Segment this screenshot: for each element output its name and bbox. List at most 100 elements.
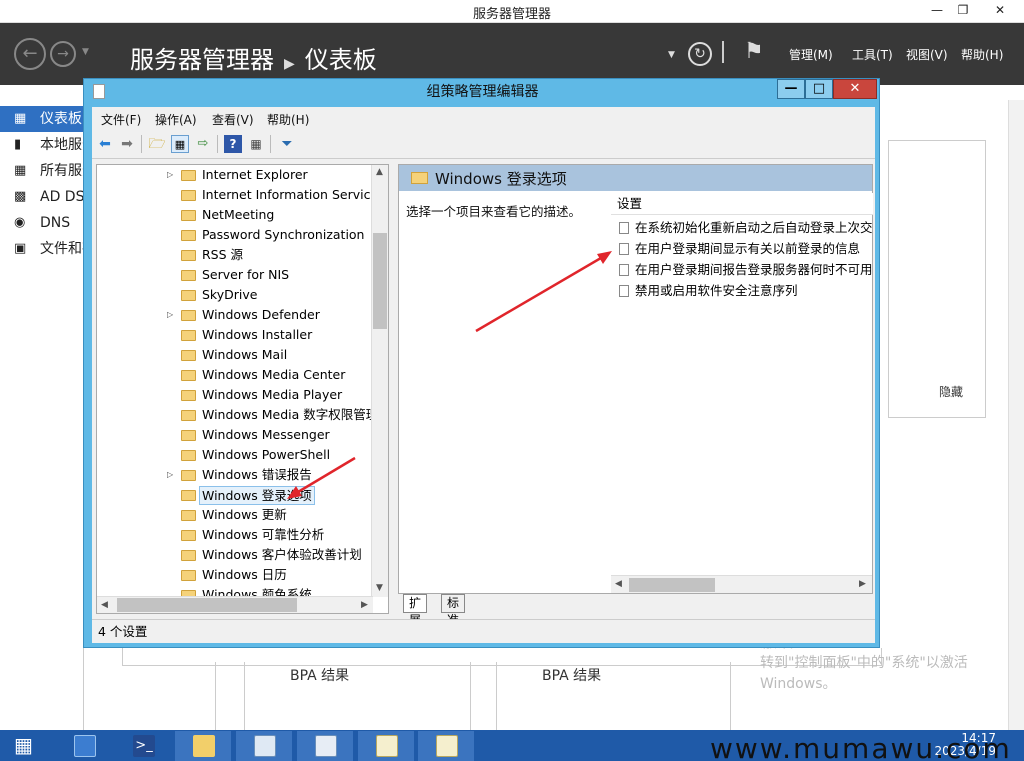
menu-view[interactable]: 视图(V) <box>906 46 948 63</box>
taskbar-control-panel[interactable] <box>297 731 353 761</box>
tree-item[interactable]: ▷ Internet Explorer <box>97 165 373 185</box>
tree-item[interactable]: Windows 更新 <box>97 505 373 525</box>
dashboard-scrollbar[interactable] <box>1008 100 1024 730</box>
setting-label: 禁用或启用软件安全注意序列 <box>635 283 798 298</box>
setting-row[interactable]: 禁用或启用软件安全注意序列 <box>619 280 873 301</box>
gpm-close-button[interactable]: ✕ <box>833 79 877 99</box>
history-dropdown-icon[interactable]: ▼ <box>82 47 89 57</box>
tree-item[interactable]: Windows Media 数字权限管理 <box>97 405 378 425</box>
menu-help[interactable]: 帮助(H) <box>961 46 1003 63</box>
menu-file[interactable]: 文件(F) <box>101 111 141 128</box>
bpa-results-label[interactable]: BPA 结果 <box>542 665 601 685</box>
folder-icon <box>181 310 196 321</box>
tree-vertical-scrollbar[interactable]: ▲ ▼ <box>371 165 388 597</box>
scroll-up-icon[interactable]: ▲ <box>376 167 383 177</box>
menu-help[interactable]: 帮助(H) <box>267 111 309 128</box>
forward-arrow-icon[interactable]: → <box>50 41 76 67</box>
start-button[interactable]: ▦ <box>0 731 56 761</box>
expand-arrow-icon[interactable]: ▷ <box>167 165 173 185</box>
tree-item[interactable]: Server for NIS <box>97 265 373 285</box>
up-folder-icon[interactable]: 🗁 <box>148 135 166 153</box>
scroll-right-icon[interactable]: ▶ <box>859 579 866 589</box>
show-hide-tree-icon[interactable]: ▦ <box>171 135 189 153</box>
tree-item[interactable]: Windows Media Player <box>97 385 373 405</box>
tree-item[interactable]: SkyDrive <box>97 285 373 305</box>
notifications-flag-icon[interactable]: ⚑ <box>744 39 764 64</box>
menu-action[interactable]: 操作(A) <box>155 111 197 128</box>
tree-item[interactable]: RSS 源 <box>97 245 373 265</box>
bpa-results-label[interactable]: BPA 结果 <box>290 665 349 685</box>
gpm-maximize-button[interactable]: □ <box>805 79 833 99</box>
setting-row[interactable]: 在系统初始化重新启动之后自动登录上次交互 <box>619 217 873 238</box>
close-button[interactable]: ✕ <box>985 0 1015 20</box>
explorer-icon <box>193 735 215 757</box>
tab-extended[interactable]: 扩展 <box>403 594 428 627</box>
folder-icon <box>181 170 196 181</box>
folder-icon <box>181 470 196 481</box>
taskbar-powershell[interactable]: >_ <box>115 731 171 761</box>
tree-item[interactable]: Windows PowerShell <box>97 445 373 465</box>
restore-button[interactable]: ❐ <box>948 0 978 20</box>
setting-label: 在用户登录期间报告登录服务器何时不可用 <box>635 262 873 277</box>
tree-scroll-thumb[interactable] <box>373 233 387 329</box>
tree-item[interactable]: Windows 可靠性分析 <box>97 525 373 545</box>
back-arrow-icon[interactable]: ← <box>14 38 46 70</box>
tree-item[interactable]: ▷ Windows Defender <box>97 305 373 325</box>
sidebar-item-dns[interactable]: ◉ DNS <box>0 210 84 236</box>
sidebar-item-local-server[interactable]: ▮本地服务器 <box>0 132 84 158</box>
folder-icon <box>181 210 196 221</box>
setting-row[interactable]: 在用户登录期间显示有关以前登录的信息 <box>619 238 873 259</box>
breadcrumb-app[interactable]: 服务器管理器 <box>130 46 274 74</box>
help-icon[interactable]: ? <box>224 135 242 153</box>
back-icon[interactable]: ⬅ <box>96 135 114 153</box>
setting-row[interactable]: 在用户登录期间报告登录服务器何时不可用 <box>619 259 873 280</box>
tree-item[interactable]: Windows 日历 <box>97 565 373 585</box>
expand-arrow-icon[interactable]: ▷ <box>167 305 173 325</box>
scroll-left-icon[interactable]: ◀ <box>615 579 622 589</box>
tree-hscroll-thumb[interactable] <box>117 598 297 612</box>
forward-icon[interactable]: ➡ <box>118 135 136 153</box>
expand-arrow-icon[interactable]: ▷ <box>167 465 173 485</box>
tree-item[interactable]: NetMeeting <box>97 205 373 225</box>
export-list-icon[interactable]: ⇨ <box>194 135 212 153</box>
scroll-right-icon[interactable]: ▶ <box>361 600 368 610</box>
settings-hscroll-thumb[interactable] <box>629 578 715 592</box>
servers-icon: ▦ <box>14 163 27 178</box>
sidebar-item-all-servers[interactable]: ▦所有服务器 <box>0 158 84 184</box>
tree-item[interactable]: Windows Installer <box>97 325 373 345</box>
sidebar: ▦仪表板 ▮本地服务器 ▦所有服务器 ▩AD DS ◉DNS ▣文件和存储服务 <box>0 100 84 730</box>
scroll-down-icon[interactable]: ▼ <box>376 583 383 593</box>
column-header-setting[interactable]: 设置 <box>611 193 873 215</box>
taskbar-explorer[interactable] <box>175 731 231 761</box>
taskbar-notepad[interactable] <box>358 731 414 761</box>
hide-link[interactable]: 隐藏 <box>939 383 963 400</box>
tree-item[interactable]: Windows 登录选项 <box>97 485 373 505</box>
tree-item[interactable]: Windows 客户体验改善计划 <box>97 545 373 565</box>
gpm-minimize-button[interactable]: — <box>777 79 805 99</box>
tree-item[interactable]: Windows Messenger <box>97 425 373 445</box>
taskbar-mmc[interactable] <box>236 731 292 761</box>
sidebar-item-adds[interactable]: ▩ AD DS <box>0 184 84 210</box>
tree-item[interactable]: Windows Media Center <box>97 365 373 385</box>
refresh-icon[interactable]: ↻ <box>688 42 712 66</box>
menu-view[interactable]: 查看(V) <box>212 111 254 128</box>
menu-manage[interactable]: 管理(M) <box>789 46 833 63</box>
taskbar-server-manager[interactable] <box>56 731 112 761</box>
tree-horizontal-scrollbar[interactable]: ◀ ▶ <box>97 596 373 613</box>
gpm-menubar: 文件(F) 操作(A) 查看(V) 帮助(H) <box>92 107 875 129</box>
tree-item[interactable]: ▷ Windows 错误报告 <box>97 465 373 485</box>
scroll-left-icon[interactable]: ◀ <box>101 600 108 610</box>
properties-icon[interactable]: ▦ <box>247 135 265 153</box>
settings-horizontal-scrollbar[interactable]: ◀ ▶ <box>611 575 872 593</box>
tree-item[interactable]: Password Synchronization <box>97 225 373 245</box>
description-text: 选择一个项目来查看它的描述。 <box>406 204 582 219</box>
dropdown-icon[interactable]: ▼ <box>668 50 675 60</box>
tree-item[interactable]: Windows Mail <box>97 345 373 365</box>
filter-icon[interactable]: ⏷ <box>278 135 296 153</box>
sidebar-item-file-storage[interactable]: ▣文件和存储服务 <box>0 236 84 262</box>
tree-item[interactable]: Internet Information Services <box>97 185 385 205</box>
menu-tools[interactable]: 工具(T) <box>852 46 893 63</box>
sidebar-item-dashboard[interactable]: ▦ 仪表板 <box>0 106 84 132</box>
taskbar-gpedit[interactable] <box>418 731 474 761</box>
tab-standard[interactable]: 标准 <box>441 594 466 627</box>
